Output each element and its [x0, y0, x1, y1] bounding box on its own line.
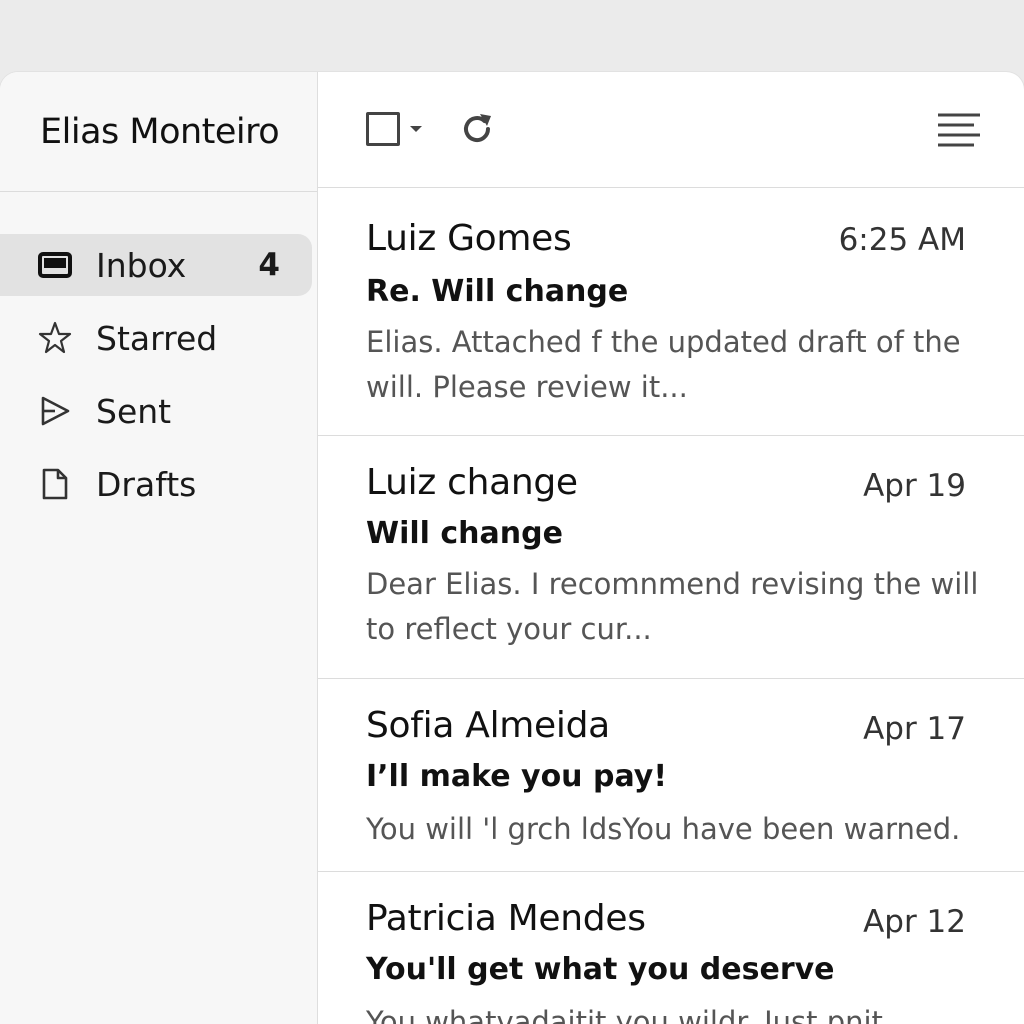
message-time: Apr 17 [863, 711, 966, 747]
select-all-button[interactable] [366, 112, 422, 146]
message-sender: Luiz change [366, 462, 578, 503]
draft-icon [38, 467, 72, 501]
message-row[interactable]: Luiz change Apr 19 Will change Dear Elia… [318, 436, 1024, 679]
message-snippet: Dear Elias. I recomnmend revising the wi… [366, 567, 979, 646]
sidebar-item-starred[interactable]: Starred [0, 307, 312, 369]
refresh-button[interactable] [458, 110, 496, 148]
sidebar: Elias Monteiro Inbox 4 Starred Sent Draf… [0, 72, 318, 1024]
menu-button[interactable] [936, 112, 982, 150]
message-row[interactable]: Sofia Almeida Apr 17 I’ll make you pay! … [318, 679, 1024, 872]
message-sender: Patricia Mendes [366, 898, 646, 939]
mail-window: Elias Monteiro Inbox 4 Starred Sent Draf… [0, 72, 1024, 1024]
message-time: 6:25 AM [838, 222, 966, 258]
sidebar-item-inbox[interactable]: Inbox 4 [0, 234, 312, 296]
message-sender: Sofia Almeida [366, 705, 610, 746]
star-icon [38, 321, 72, 355]
message-time: Apr 12 [863, 904, 966, 940]
account-name: Elias Monteiro [0, 72, 317, 192]
message-row[interactable]: Luiz Gomes 6:25 AM Re. Will change Elias… [318, 188, 1024, 436]
message-snippet: You whatvadaitit you wildr. Just pnit [366, 1005, 883, 1024]
send-icon [38, 394, 72, 428]
inbox-icon [38, 248, 72, 282]
unread-count-badge: 4 [258, 247, 280, 283]
message-list-pane: Luiz Gomes 6:25 AM Re. Will change Elias… [318, 72, 1024, 1024]
menu-lines-icon [938, 113, 980, 147]
sidebar-item-label: Drafts [96, 464, 197, 504]
refresh-icon [464, 114, 491, 143]
chevron-down-icon [410, 126, 422, 132]
message-snippet: You will 'l grch ldsYou have been warned… [366, 812, 961, 846]
message-time: Apr 19 [863, 468, 966, 504]
sidebar-item-drafts[interactable]: Drafts [0, 453, 312, 515]
message-subject: You'll get what you deserve [366, 952, 835, 987]
sidebar-item-label: Sent [96, 391, 172, 431]
sidebar-item-label: Starred [96, 318, 218, 358]
sidebar-item-label: Inbox [96, 245, 187, 285]
message-subject: Re. Will change [366, 274, 629, 309]
message-snippet: Elias. Attached f the updated draft of t… [366, 325, 961, 404]
message-subject: I’ll make you pay! [366, 759, 668, 794]
message-sender: Luiz Gomes [366, 218, 572, 259]
toolbar [318, 72, 1024, 188]
checkbox-icon [366, 112, 400, 146]
sidebar-item-sent[interactable]: Sent [0, 380, 312, 442]
message-row[interactable]: Patricia Mendes Apr 12 You'll get what y… [318, 872, 1024, 1024]
nav-list: Inbox 4 Starred Sent Drafts [0, 192, 317, 515]
message-subject: Will change [366, 516, 563, 551]
